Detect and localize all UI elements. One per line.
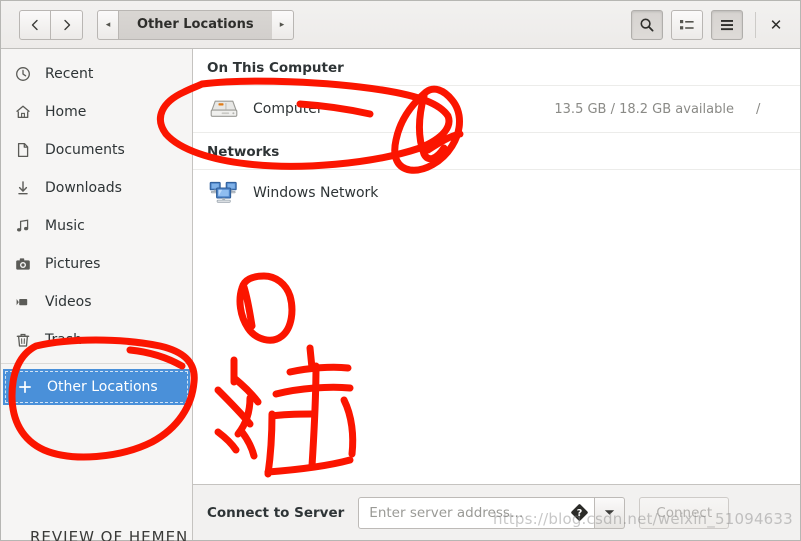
sidebar-item-label: Home (45, 104, 87, 120)
connect-to-server-label: Connect to Server (207, 504, 345, 521)
table-row[interactable]: Computer 13.5 GB / 18.2 GB available / (193, 86, 800, 133)
sidebar-item-documents[interactable]: Documents (1, 131, 192, 169)
view-toggle-button[interactable] (671, 9, 703, 40)
sidebar-item-pictures[interactable]: Pictures (1, 245, 192, 283)
connect-button[interactable]: Connect (639, 496, 730, 529)
connect-to-server-bar: Connect to Server Enter server address… … (193, 484, 800, 540)
window-body: Recent Home Documents Downloads Music Pi… (1, 49, 800, 540)
row-name: Windows Network (253, 185, 379, 201)
path-scroll-left-label: ◂ (105, 19, 111, 30)
group-heading-networks: Networks (193, 133, 800, 170)
home-icon (15, 104, 37, 120)
row-name: Computer (253, 101, 323, 117)
group-heading-on-this-computer: On This Computer (193, 49, 800, 86)
main-menu-button[interactable] (711, 9, 743, 40)
locations-list: On This Computer Computer 13.5 GB / 18.2… (193, 49, 800, 484)
sidebar: Recent Home Documents Downloads Music Pi… (1, 49, 193, 540)
close-window-button[interactable]: ✕ (762, 10, 790, 40)
camera-icon (15, 256, 37, 272)
sidebar-item-label: Other Locations (47, 379, 158, 395)
network-computers-icon (207, 180, 241, 206)
server-address-input[interactable]: Enter server address… ? (358, 496, 596, 529)
sidebar-item-label: Downloads (45, 180, 122, 196)
hard-drive-icon (207, 97, 241, 121)
sidebar-item-label: Music (45, 218, 85, 234)
header-right-controls: ✕ (623, 9, 790, 40)
navigation-button-group (19, 9, 83, 40)
search-icon (640, 17, 654, 32)
screenshot-root: ◂ Other Locations ▸ ✕ Recent Home Docume… (0, 0, 801, 541)
video-icon (15, 294, 37, 310)
svg-text:?: ? (577, 508, 583, 519)
chevron-down-icon (605, 510, 615, 515)
chevron-right-icon (63, 19, 70, 30)
main-pane: On This Computer Computer 13.5 GB / 18.2… (193, 49, 800, 540)
row-free-space: 13.5 GB / 18.2 GB available (554, 101, 734, 117)
header-bar: ◂ Other Locations ▸ ✕ (1, 1, 800, 49)
path-bar: ◂ Other Locations ▸ (97, 9, 294, 40)
connect-button-label: Connect (656, 504, 713, 521)
sidebar-item-videos[interactable]: Videos (1, 283, 192, 321)
file-manager-window: ◂ Other Locations ▸ ✕ Recent Home Docume… (0, 0, 801, 541)
download-icon (15, 180, 37, 196)
sidebar-separator (1, 363, 192, 364)
sidebar-item-label: Videos (45, 294, 92, 310)
header-separator (755, 11, 756, 38)
sidebar-item-label: Documents (45, 142, 125, 158)
path-scroll-right-button[interactable]: ▸ (271, 9, 294, 40)
server-address-placeholder: Enter server address… (369, 504, 524, 521)
path-scroll-right-label: ▸ (279, 19, 285, 30)
search-button[interactable] (631, 9, 663, 40)
sidebar-item-home[interactable]: Home (1, 93, 192, 131)
sidebar-item-trash[interactable]: Trash (1, 321, 192, 359)
hamburger-menu-icon (721, 19, 733, 30)
list-view-icon (680, 19, 694, 29)
row-mount-point: / (756, 101, 761, 117)
close-icon: ✕ (769, 15, 783, 34)
path-segment-current[interactable]: Other Locations (119, 9, 272, 40)
table-row[interactable]: Windows Network (193, 170, 800, 216)
music-icon (15, 218, 37, 234)
sidebar-item-label: Pictures (45, 256, 101, 272)
trash-icon (15, 332, 37, 348)
sidebar-item-label: Recent (45, 66, 94, 82)
help-question-icon[interactable]: ? (570, 504, 588, 522)
sidebar-item-other-locations[interactable]: Other Locations (3, 369, 190, 405)
sidebar-item-music[interactable]: Music (1, 207, 192, 245)
sidebar-item-downloads[interactable]: Downloads (1, 169, 192, 207)
server-address-group: Enter server address… ? (358, 496, 626, 529)
clock-icon (15, 66, 37, 82)
chevron-left-icon (31, 19, 38, 30)
path-segment-label: Other Locations (137, 17, 254, 32)
sidebar-item-label: Trash (45, 332, 82, 348)
server-address-dropdown-button[interactable] (595, 496, 626, 529)
forward-button[interactable] (51, 9, 83, 40)
document-icon (15, 142, 37, 158)
plus-icon (17, 379, 39, 395)
path-scroll-left-button[interactable]: ◂ (97, 9, 119, 40)
sidebar-item-recent[interactable]: Recent (1, 55, 192, 93)
back-button[interactable] (19, 9, 51, 40)
